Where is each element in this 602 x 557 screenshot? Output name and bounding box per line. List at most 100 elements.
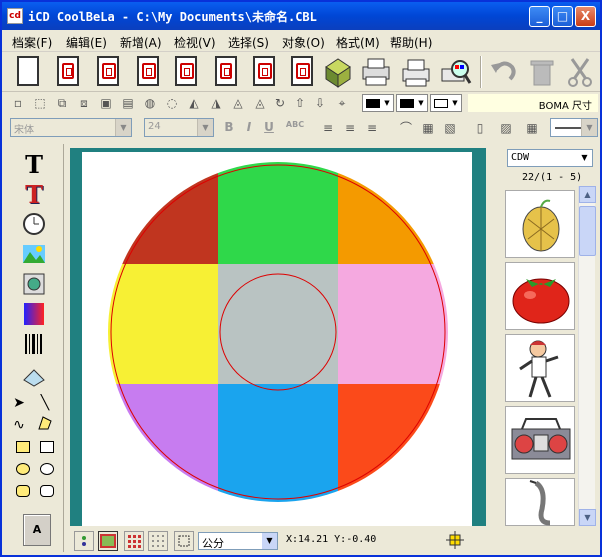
menu-select[interactable]: 选择(S)	[228, 34, 269, 51]
ungroup-icon[interactable]: ⧈	[76, 95, 92, 111]
strike-button[interactable]: ABC	[284, 120, 306, 136]
scroll-down-icon[interactable]: ▼	[579, 509, 596, 526]
menu-view[interactable]: 检视(V)	[174, 34, 216, 51]
roundrect-tool-icon[interactable]	[40, 485, 54, 497]
menu-new[interactable]: 新增(A)	[120, 34, 162, 51]
filled-rect-tool-icon[interactable]	[16, 441, 30, 453]
align-right-text-icon[interactable]: ≡	[364, 120, 380, 136]
ellipse-tool-icon[interactable]	[40, 463, 54, 475]
rect-tool-icon[interactable]	[40, 441, 54, 453]
new-cd-label-button[interactable]	[52, 55, 84, 89]
gradient-tool-icon[interactable]	[21, 302, 47, 328]
barcode-tool-icon[interactable]	[21, 332, 47, 358]
image-tool-icon[interactable]	[21, 242, 47, 268]
group-icon[interactable]: ⧉	[54, 95, 70, 111]
art-text-tool-icon[interactable]: T	[21, 182, 47, 208]
clock-tool-icon[interactable]	[21, 212, 47, 238]
line-style-select[interactable]: ▼	[550, 118, 598, 137]
filled-ellipse-tool-icon[interactable]	[16, 463, 30, 475]
clipart-scrollbar[interactable]: ▲ ▼	[578, 186, 596, 526]
bold-button[interactable]: B	[220, 120, 238, 136]
fill-color-select[interactable]: ▼	[396, 94, 428, 112]
view-mode-button[interactable]	[74, 531, 94, 551]
underline-button[interactable]: U	[260, 120, 278, 136]
italic-button[interactable]: I	[240, 120, 258, 136]
crosshair-icon[interactable]: ⌖	[334, 95, 350, 111]
text-style-button[interactable]: A	[23, 514, 51, 546]
snap-grid-button[interactable]	[148, 531, 168, 551]
text-arc-icon[interactable]: ⌒	[398, 120, 414, 136]
curve-tool-icon[interactable]: ∿	[8, 414, 30, 436]
unit-select[interactable]: 公分 ▼	[198, 532, 278, 550]
bounds-button[interactable]	[174, 531, 194, 551]
text-fit-icon[interactable]: ▧	[442, 120, 458, 136]
cd-label-design[interactable]	[82, 152, 472, 526]
close-button[interactable]: X	[575, 6, 596, 27]
app-icon[interactable]: cd	[7, 8, 23, 24]
undo-button[interactable]	[488, 55, 520, 89]
clipart-tomato[interactable]	[505, 262, 575, 330]
photo-tool-icon[interactable]	[21, 272, 47, 298]
scroll-up-icon[interactable]: ▲	[579, 186, 596, 203]
rotate-icon[interactable]: ↻	[272, 95, 288, 111]
new-blank-button[interactable]	[12, 55, 44, 89]
font-name-select[interactable]: 宋体 ▼	[10, 118, 132, 137]
print-preview-button[interactable]	[440, 55, 472, 89]
align-right-icon[interactable]: ◬	[252, 95, 268, 111]
text-frame-icon[interactable]: ▯	[472, 120, 488, 136]
align-left-icon[interactable]: ◬	[230, 95, 246, 111]
order-forward-icon[interactable]: ◍	[142, 95, 158, 111]
filled-roundrect-tool-icon[interactable]	[16, 485, 30, 497]
menu-file[interactable]: 档案(F)	[12, 34, 52, 51]
title-bar[interactable]: cd iCD CoolBeLa - C:\My Documents\未命名.CB…	[2, 2, 600, 30]
table-icon[interactable]: ▨	[498, 120, 514, 136]
menu-object[interactable]: 对象(O)	[282, 34, 325, 51]
menu-edit[interactable]: 编辑(E)	[66, 34, 107, 51]
menu-help[interactable]: 帮助(H)	[390, 34, 432, 51]
flip-vertical-icon[interactable]: ◮	[208, 95, 224, 111]
new-cover-front-button[interactable]	[92, 55, 124, 89]
font-size-select[interactable]: 24 ▼	[144, 118, 214, 137]
print-setup-button[interactable]	[360, 55, 392, 89]
align-left-text-icon[interactable]: ≡	[320, 120, 336, 136]
clipart-library-select[interactable]: CDW ▼	[507, 149, 593, 167]
text-circle-icon[interactable]: ▦	[420, 120, 436, 136]
pointer-tool-icon[interactable]: ➤	[8, 392, 30, 414]
scroll-thumb[interactable]	[579, 206, 596, 256]
picture-mode-button[interactable]	[98, 531, 118, 551]
polygon-tool-icon[interactable]	[34, 414, 56, 436]
delete-button[interactable]	[526, 55, 558, 89]
grid-button[interactable]	[124, 531, 144, 551]
bg-color-select[interactable]: ▼	[430, 94, 462, 112]
clipart-boombox[interactable]	[505, 406, 575, 474]
grid-icon[interactable]: ▦	[524, 120, 540, 136]
line-tool-icon[interactable]: ╲	[34, 392, 56, 414]
menu-format[interactable]: 格式(M)	[336, 34, 380, 51]
text-tool-icon[interactable]: T	[21, 152, 47, 178]
frame-icon[interactable]: ⬚	[32, 95, 48, 111]
minimize-button[interactable]: _	[529, 6, 550, 27]
clipart-saxophone[interactable]	[505, 478, 575, 526]
arrow-down-icon[interactable]: ⇩	[312, 95, 328, 111]
line-color-select[interactable]: ▼	[362, 94, 394, 112]
maximize-button[interactable]: □	[552, 6, 573, 27]
new-booklet-button[interactable]	[210, 55, 242, 89]
new-cover-back-button[interactable]	[132, 55, 164, 89]
clipart-melon[interactable]	[505, 190, 575, 258]
cut-button[interactable]	[564, 55, 596, 89]
flip-horizontal-icon[interactable]: ◭	[186, 95, 202, 111]
align-center-text-icon[interactable]: ≡	[342, 120, 358, 136]
print-button[interactable]	[400, 55, 432, 89]
label-page[interactable]	[82, 152, 472, 526]
disc-tool-button[interactable]	[322, 55, 354, 89]
new-mini-cd-button[interactable]	[248, 55, 280, 89]
arrow-up-icon[interactable]: ⇧	[292, 95, 308, 111]
order-backward-icon[interactable]: ◌	[164, 95, 180, 111]
new-inlay-button[interactable]	[170, 55, 202, 89]
eraser-tool-icon[interactable]	[21, 364, 47, 390]
bring-front-icon[interactable]: ▣	[98, 95, 114, 111]
clipart-karate-kid[interactable]	[505, 334, 575, 402]
new-card-button[interactable]	[286, 55, 318, 89]
send-back-icon[interactable]: ▤	[120, 95, 136, 111]
snap-indicator[interactable]	[446, 531, 466, 551]
